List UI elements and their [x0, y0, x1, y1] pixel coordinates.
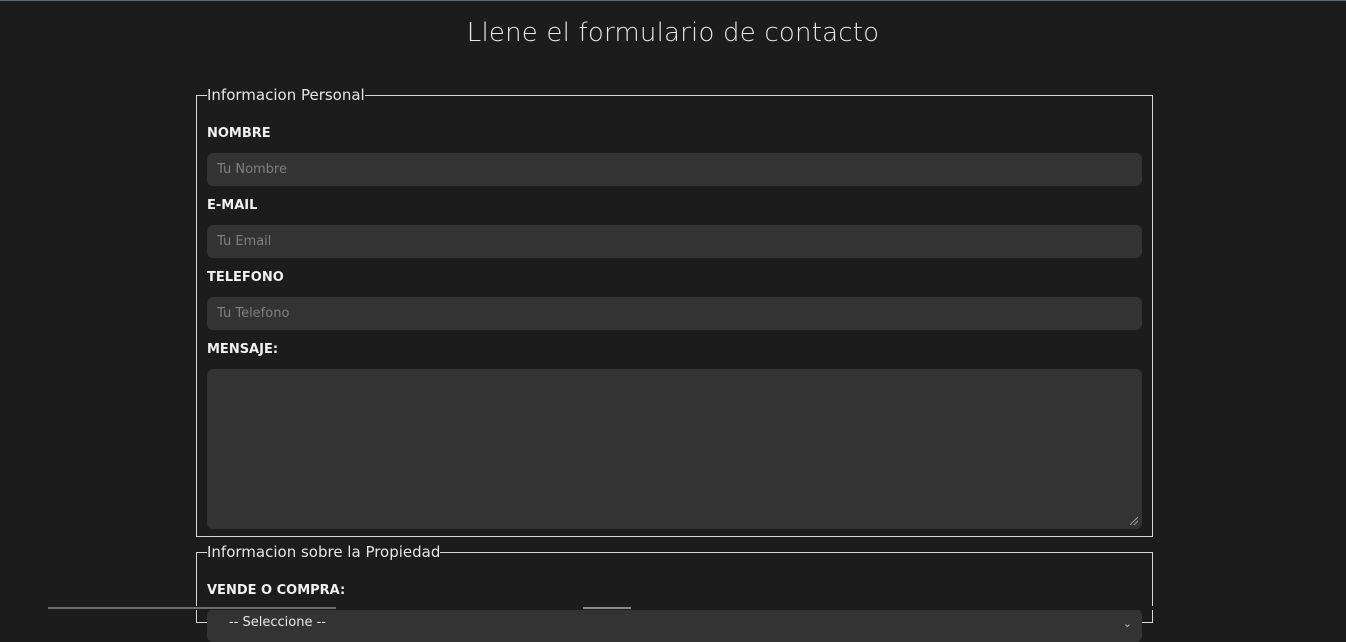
- property-info-fieldset: Informacion sobre la Propiedad VENDE O C…: [196, 543, 1153, 642]
- mensaje-textarea[interactable]: [207, 369, 1142, 529]
- telefono-input[interactable]: [207, 297, 1142, 330]
- email-label: E-MAIL: [207, 198, 258, 213]
- vende-compra-label: VENDE O COMPRA:: [207, 583, 346, 598]
- personal-info-legend: Informacion Personal: [207, 86, 365, 104]
- telefono-label: TELEFONO: [207, 270, 284, 285]
- email-input[interactable]: [207, 225, 1142, 258]
- chevron-down-icon: ⌄: [1122, 617, 1132, 630]
- property-info-legend: Informacion sobre la Propiedad: [207, 543, 441, 561]
- mensaje-label: MENSAJE:: [207, 342, 279, 357]
- window-top-border: [0, 0, 1346, 1]
- resize-grip-icon[interactable]: [1130, 517, 1138, 525]
- personal-info-fieldset: Informacion Personal NOMBRE E-MAIL TELEF…: [196, 86, 1153, 537]
- nombre-input[interactable]: [207, 153, 1142, 186]
- scroll-thumb[interactable]: [583, 607, 631, 609]
- vende-compra-selected-value: -- Seleccione --: [229, 615, 326, 630]
- scroll-track: [48, 607, 336, 609]
- page-title: Llene el formulario de contacto: [466, 18, 880, 48]
- vende-compra-select[interactable]: -- Seleccione -- ⌄: [207, 609, 1142, 642]
- nombre-label: NOMBRE: [207, 126, 271, 141]
- bottom-scroll-strip: [0, 606, 1346, 610]
